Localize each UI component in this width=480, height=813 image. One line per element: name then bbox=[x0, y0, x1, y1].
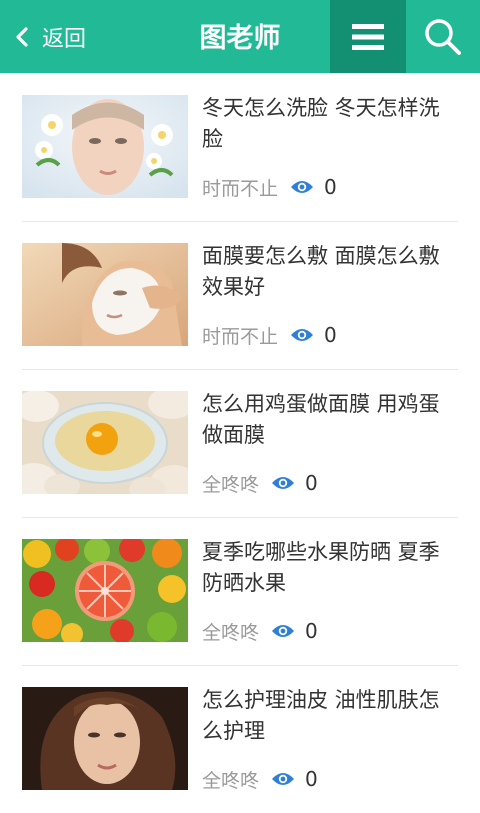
article-author: 全咚咚 bbox=[202, 769, 260, 792]
article-meta: 全咚咚 0 bbox=[202, 469, 318, 497]
eye-icon bbox=[291, 329, 314, 341]
menu-button[interactable] bbox=[330, 0, 406, 73]
thumbnail-egg-yolk-bowl bbox=[22, 391, 188, 494]
thumbnail-fruit-assortment bbox=[22, 539, 188, 642]
article-author: 全咚咚 bbox=[202, 473, 260, 496]
eye-icon bbox=[272, 477, 295, 489]
eye-icon bbox=[272, 625, 295, 637]
view-count: 0 bbox=[305, 471, 318, 495]
eye-icon bbox=[272, 773, 295, 785]
article-meta: 时而不止 0 bbox=[202, 321, 337, 349]
top-bar: 返回 图老师 bbox=[0, 0, 480, 73]
article-title: 怎么用鸡蛋做面膜 用鸡蛋做面膜 bbox=[202, 392, 440, 447]
menu-icon bbox=[352, 23, 384, 50]
search-icon bbox=[425, 18, 461, 55]
view-count: 0 bbox=[324, 175, 337, 199]
article-title: 夏季吃哪些水果防晒 夏季防晒水果 bbox=[202, 540, 440, 595]
eye-icon bbox=[291, 181, 314, 193]
thumbnail-woman-portrait bbox=[22, 687, 188, 790]
article-meta: 全咚咚 0 bbox=[202, 765, 318, 793]
search-button[interactable] bbox=[406, 0, 480, 73]
view-count: 0 bbox=[305, 619, 318, 643]
list-item[interactable]: 怎么护理油皮 油性肌肤怎么护理 全咚咚 0 bbox=[22, 665, 458, 813]
article-author: 时而不止 bbox=[202, 325, 279, 348]
article-meta: 全咚咚 0 bbox=[202, 617, 318, 645]
article-title: 怎么护理油皮 油性肌肤怎么护理 bbox=[202, 688, 440, 743]
view-count: 0 bbox=[305, 767, 318, 791]
thumbnail-woman-face-with-flowers bbox=[22, 95, 188, 198]
list-item[interactable]: 面膜要怎么敷 面膜怎么敷效果好 时而不止 0 bbox=[22, 221, 458, 370]
article-author: 时而不止 bbox=[202, 177, 279, 200]
list-item[interactable]: 怎么用鸡蛋做面膜 用鸡蛋做面膜 全咚咚 0 bbox=[22, 369, 458, 518]
list-item[interactable]: 冬天怎么洗脸 冬天怎样洗脸 时而不止 0 bbox=[22, 73, 458, 222]
article-title: 冬天怎么洗脸 冬天怎样洗脸 bbox=[202, 96, 440, 151]
article-author: 全咚咚 bbox=[202, 621, 260, 644]
list-item[interactable]: 夏季吃哪些水果防晒 夏季防晒水果 全咚咚 0 bbox=[22, 517, 458, 666]
article-title: 面膜要怎么敷 面膜怎么敷效果好 bbox=[202, 244, 440, 299]
thumbnail-woman-with-face-mask bbox=[22, 243, 188, 346]
article-meta: 时而不止 0 bbox=[202, 173, 337, 201]
view-count: 0 bbox=[324, 323, 337, 347]
